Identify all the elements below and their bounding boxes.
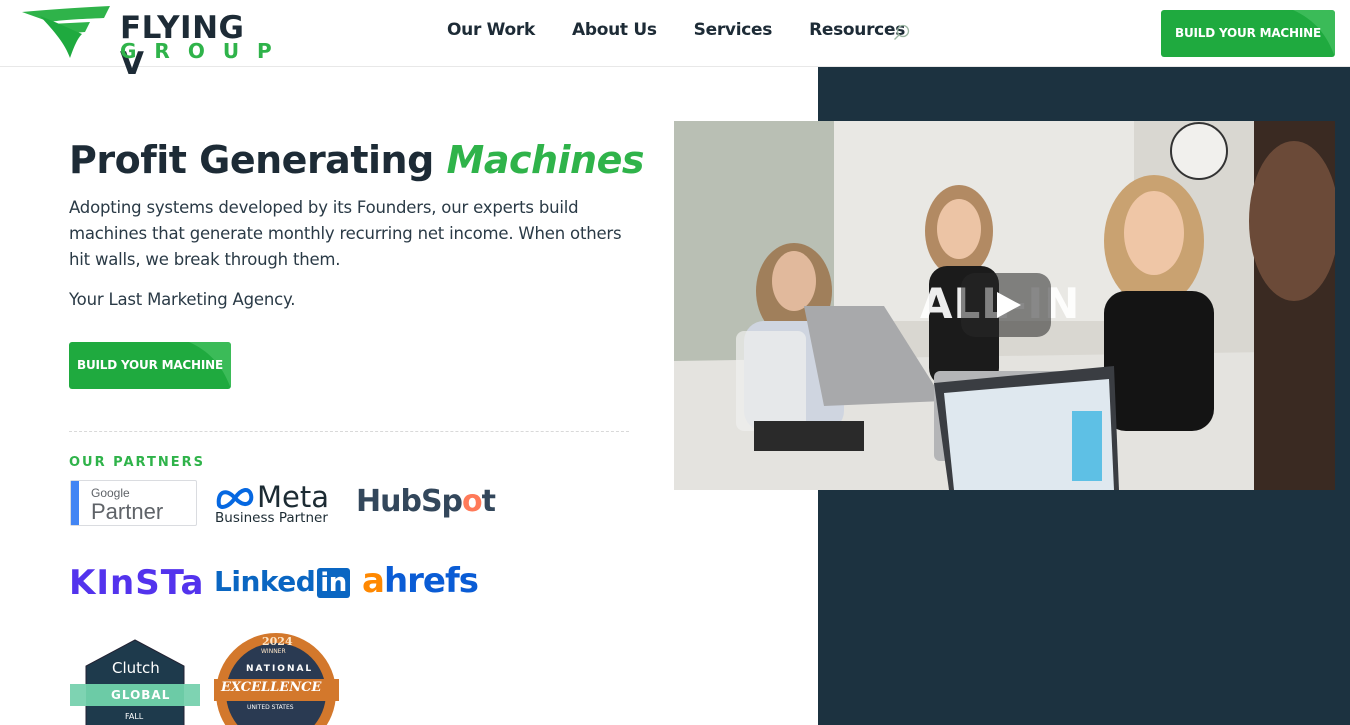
site-header: FLYING V GROUP Our Work About Us Service… (0, 0, 1350, 82)
national-excellence-badge: 2024 WINNER NATIONAL EXCELLENCE UNITED S… (214, 631, 339, 725)
flying-v-logo[interactable]: FLYING V GROUP (20, 4, 280, 82)
partner-word: Partner (91, 499, 164, 524)
meta-word: Meta (257, 480, 330, 514)
nav-services[interactable]: Services (694, 20, 773, 40)
linkedin-in-box: in (317, 568, 350, 598)
divider (69, 431, 629, 432)
hero-title-main: Profit Generating (69, 138, 434, 182)
header-cta-label: BUILD YOUR MACHINE (1175, 26, 1321, 40)
google-bar (71, 481, 79, 525)
clutch-season: FALL (125, 712, 144, 721)
hubspot-sprocket-icon: o (462, 484, 483, 519)
nav-our-work[interactable]: Our Work (447, 20, 535, 40)
partners-heading: OUR PARTNERS (69, 455, 205, 470)
hero-build-machine-button[interactable]: BUILD YOUR MACHINE (69, 342, 231, 389)
award-winner: WINNER (261, 648, 286, 655)
linkedin-logo: Linked in (214, 565, 350, 598)
clutch-global-badge: Clutch GLOBAL FALL (70, 638, 200, 725)
hero-video[interactable]: ALL-IN (674, 121, 1335, 490)
hero-cta-label: BUILD YOUR MACHINE (77, 358, 223, 372)
clutch-band: GLOBAL (111, 688, 171, 702)
ahrefs-rest: hrefs (383, 561, 479, 601)
hubspot-text-b: t (481, 484, 496, 519)
hero-description: Adopting systems developed by its Founde… (69, 198, 622, 269)
nav-resources[interactable]: Resources (809, 20, 905, 40)
meta-infinity-icon (216, 488, 254, 509)
logo-mark-icon (22, 6, 110, 58)
main-nav: Our Work About Us Services Resources (447, 20, 942, 40)
award-line2: EXCELLENCE (221, 680, 322, 695)
logo-subwordmark: GROUP (120, 39, 290, 63)
hubspot-text-a: HubSp (356, 484, 463, 519)
play-icon[interactable] (961, 273, 1051, 337)
google-partner-logo: Google Partner (70, 480, 197, 526)
linkedin-word: Linked (214, 565, 316, 598)
nav-about-us[interactable]: About Us (572, 20, 657, 40)
ahrefs-logo: ahrefs (362, 561, 479, 601)
ahrefs-a: a (362, 561, 385, 601)
award-line3: UNITED STATES (247, 704, 294, 711)
kinsta-logo: KInSTa (69, 563, 205, 603)
clutch-name: Clutch (112, 659, 160, 677)
google-word: Google (91, 486, 130, 500)
header-build-machine-button[interactable]: BUILD YOUR MACHINE (1161, 10, 1335, 57)
hero-title: Profit Generating Machines (69, 138, 645, 182)
hubspot-logo: HubSpot (356, 484, 496, 519)
hero-tagline: Your Last Marketing Agency. (69, 290, 296, 309)
award-year: 2024 (262, 635, 293, 648)
hero-title-accent: Machines (446, 138, 645, 182)
meta-business-partner-logo: Meta Business Partner (215, 480, 340, 528)
search-icon[interactable] (893, 24, 911, 42)
meta-subtext: Business Partner (215, 510, 328, 526)
award-line1: NATIONAL (246, 664, 314, 674)
